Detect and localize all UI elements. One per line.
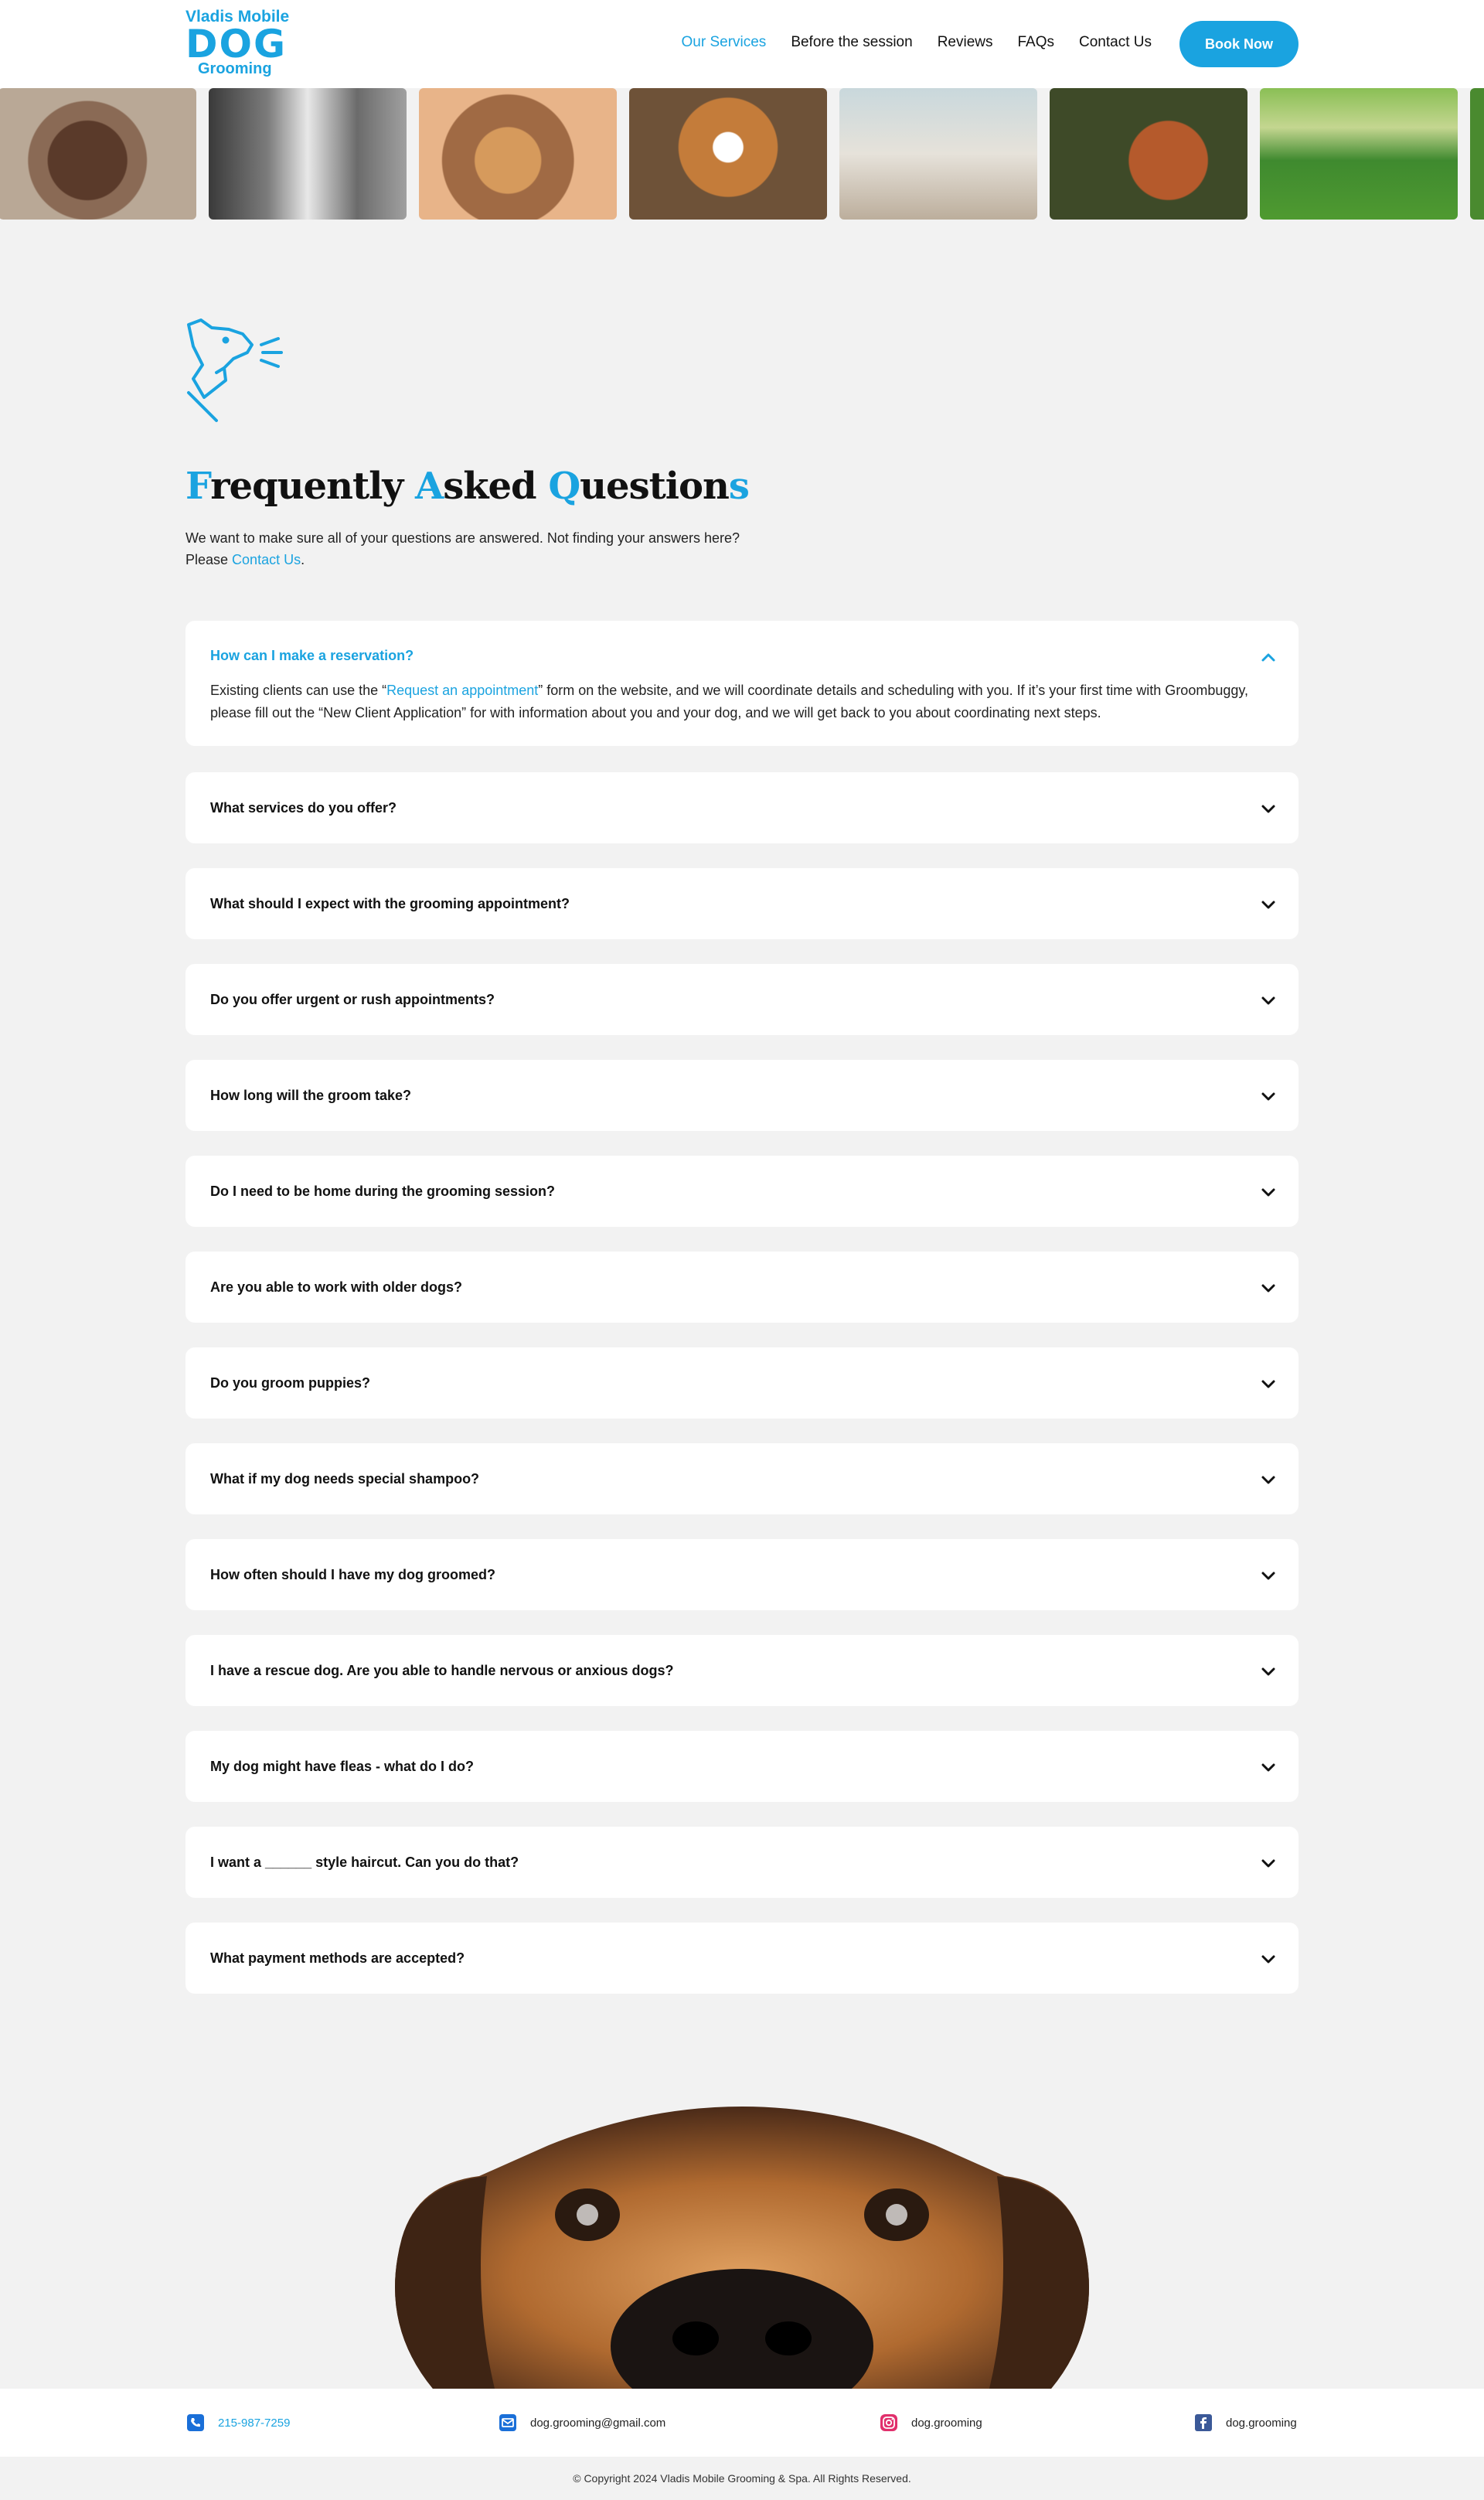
faq-item[interactable]: Do you groom puppies?: [186, 1347, 1298, 1419]
faq-answer: Existing clients can use the “Request an…: [210, 679, 1277, 724]
dog-photo-8: [1470, 88, 1484, 220]
dog-photo-1: [0, 88, 196, 220]
facebook-handle[interactable]: dog.grooming: [1226, 2417, 1297, 2430]
faq-item[interactable]: How often should I have my dog groomed?: [186, 1539, 1298, 1610]
faq-item[interactable]: My dog might have fleas - what do I do?: [186, 1731, 1298, 1802]
main-nav: Our Services Before the session Reviews …: [682, 34, 1152, 51]
title-part: sked: [443, 465, 549, 508]
email-address[interactable]: dog.grooming@gmail.com: [530, 2417, 665, 2430]
chevron-down-icon[interactable]: [1260, 1375, 1277, 1392]
faq-question[interactable]: My dog might have fleas - what do I do?: [210, 1731, 474, 1802]
brand-line-3: Grooming: [198, 60, 272, 77]
title-letter: A: [414, 465, 444, 508]
dog-photo-4: [629, 88, 827, 220]
faq-question[interactable]: I have a rescue dog. Are you able to han…: [210, 1635, 673, 1706]
dog-head-icon: [187, 318, 283, 422]
dog-photo-5: [839, 88, 1037, 220]
faq-item[interactable]: How can I make a reservation? Existing c…: [186, 621, 1298, 746]
chevron-down-icon[interactable]: [1260, 1663, 1277, 1680]
intro-text: Please: [186, 552, 233, 567]
faq-item[interactable]: How long will the groom take?: [186, 1060, 1298, 1131]
phone-icon: [186, 2413, 206, 2433]
contact-us-link[interactable]: Contact Us: [232, 552, 301, 567]
chevron-down-icon[interactable]: [1260, 1279, 1277, 1296]
faq-question[interactable]: What services do you offer?: [210, 772, 397, 843]
dog-gallery: [0, 88, 1484, 220]
intro-text: .: [301, 552, 305, 567]
nav-contact[interactable]: Contact Us: [1079, 34, 1152, 51]
contact-facebook[interactable]: dog.grooming: [1193, 2413, 1297, 2433]
dog-peeking-image: [395, 2107, 1089, 2389]
contact-phone[interactable]: 215-987-7259: [186, 2413, 290, 2433]
brand-line-2: DOG: [186, 22, 288, 66]
instagram-icon: [879, 2413, 899, 2433]
intro-line-2: Please Contact Us.: [186, 549, 804, 571]
faq-question[interactable]: Do you offer urgent or rush appointments…: [210, 964, 495, 1035]
chevron-down-icon[interactable]: [1260, 992, 1277, 1009]
chevron-down-icon[interactable]: [1260, 800, 1277, 817]
email-icon: [498, 2413, 518, 2433]
contact-instagram[interactable]: dog.grooming: [879, 2413, 982, 2433]
dog-photo-7: [1260, 88, 1458, 220]
brand-logo[interactable]: Vladis Mobile DOG Grooming: [186, 8, 294, 79]
faq-question[interactable]: I want a ______ style haircut. Can you d…: [210, 1827, 519, 1898]
chevron-down-icon[interactable]: [1260, 1950, 1277, 1967]
chevron-down-icon[interactable]: [1260, 896, 1277, 913]
request-appointment-link[interactable]: Request an appointment: [386, 683, 538, 698]
faq-item[interactable]: I have a rescue dog. Are you able to han…: [186, 1635, 1298, 1706]
nav-before-session[interactable]: Before the session: [791, 34, 912, 51]
faq-question[interactable]: Do you groom puppies?: [210, 1347, 370, 1419]
instagram-handle[interactable]: dog.grooming: [911, 2417, 982, 2430]
faq-question[interactable]: What payment methods are accepted?: [210, 1923, 465, 1994]
nav-reviews[interactable]: Reviews: [938, 34, 993, 51]
facebook-icon: [1193, 2413, 1213, 2433]
faq-question[interactable]: What if my dog needs special shampoo?: [210, 1443, 479, 1514]
faq-question[interactable]: Are you able to work with older dogs?: [210, 1252, 462, 1323]
faq-title: Frequently Asked Questions: [186, 465, 750, 508]
contact-email[interactable]: dog.grooming@gmail.com: [498, 2413, 665, 2433]
chevron-down-icon[interactable]: [1260, 1471, 1277, 1488]
dog-photo-6: [1050, 88, 1247, 220]
faq-item[interactable]: I want a ______ style haircut. Can you d…: [186, 1827, 1298, 1898]
faq-intro: We want to make sure all of your questio…: [186, 527, 804, 571]
title-part: requently: [210, 465, 415, 508]
nav-our-services[interactable]: Our Services: [682, 34, 767, 51]
nav-faqs[interactable]: FAQs: [1018, 34, 1055, 51]
book-now-button[interactable]: Book Now: [1179, 21, 1298, 67]
dog-photo-2: [209, 88, 407, 220]
intro-line-1: We want to make sure all of your questio…: [186, 530, 740, 546]
chevron-down-icon[interactable]: [1260, 1088, 1277, 1105]
title-letter: s: [728, 465, 750, 508]
dog-photo-3: [419, 88, 617, 220]
chevron-down-icon[interactable]: [1260, 1855, 1277, 1872]
title-letter: F: [186, 465, 211, 508]
faq-question[interactable]: How long will the groom take?: [210, 1060, 411, 1131]
chevron-up-icon[interactable]: [1260, 649, 1277, 666]
title-part: uestion: [580, 465, 730, 508]
site-header: Vladis Mobile DOG Grooming Our Services …: [0, 0, 1484, 88]
faq-question[interactable]: What should I expect with the grooming a…: [210, 868, 570, 939]
answer-text: Existing clients can use the “: [210, 683, 387, 698]
copyright: © Copyright 2024 Vladis Mobile Grooming …: [0, 2457, 1484, 2500]
chevron-down-icon[interactable]: [1260, 1759, 1277, 1776]
faq-item[interactable]: Do you offer urgent or rush appointments…: [186, 964, 1298, 1035]
title-letter: Q: [548, 465, 580, 508]
faq-item[interactable]: What services do you offer?: [186, 772, 1298, 843]
chevron-down-icon[interactable]: [1260, 1184, 1277, 1201]
faq-question[interactable]: Do I need to be home during the grooming…: [210, 1156, 555, 1227]
phone-number[interactable]: 215-987-7259: [218, 2417, 290, 2430]
faq-question[interactable]: How often should I have my dog groomed?: [210, 1539, 495, 1610]
chevron-down-icon[interactable]: [1260, 1567, 1277, 1584]
faq-item[interactable]: What should I expect with the grooming a…: [186, 868, 1298, 939]
contact-bar: 215-987-7259 dog.grooming@gmail.com dog.…: [0, 2389, 1484, 2457]
faq-item[interactable]: What if my dog needs special shampoo?: [186, 1443, 1298, 1514]
faq-item[interactable]: Do I need to be home during the grooming…: [186, 1156, 1298, 1227]
faq-item[interactable]: Are you able to work with older dogs?: [186, 1252, 1298, 1323]
faq-item[interactable]: What payment methods are accepted?: [186, 1923, 1298, 1994]
